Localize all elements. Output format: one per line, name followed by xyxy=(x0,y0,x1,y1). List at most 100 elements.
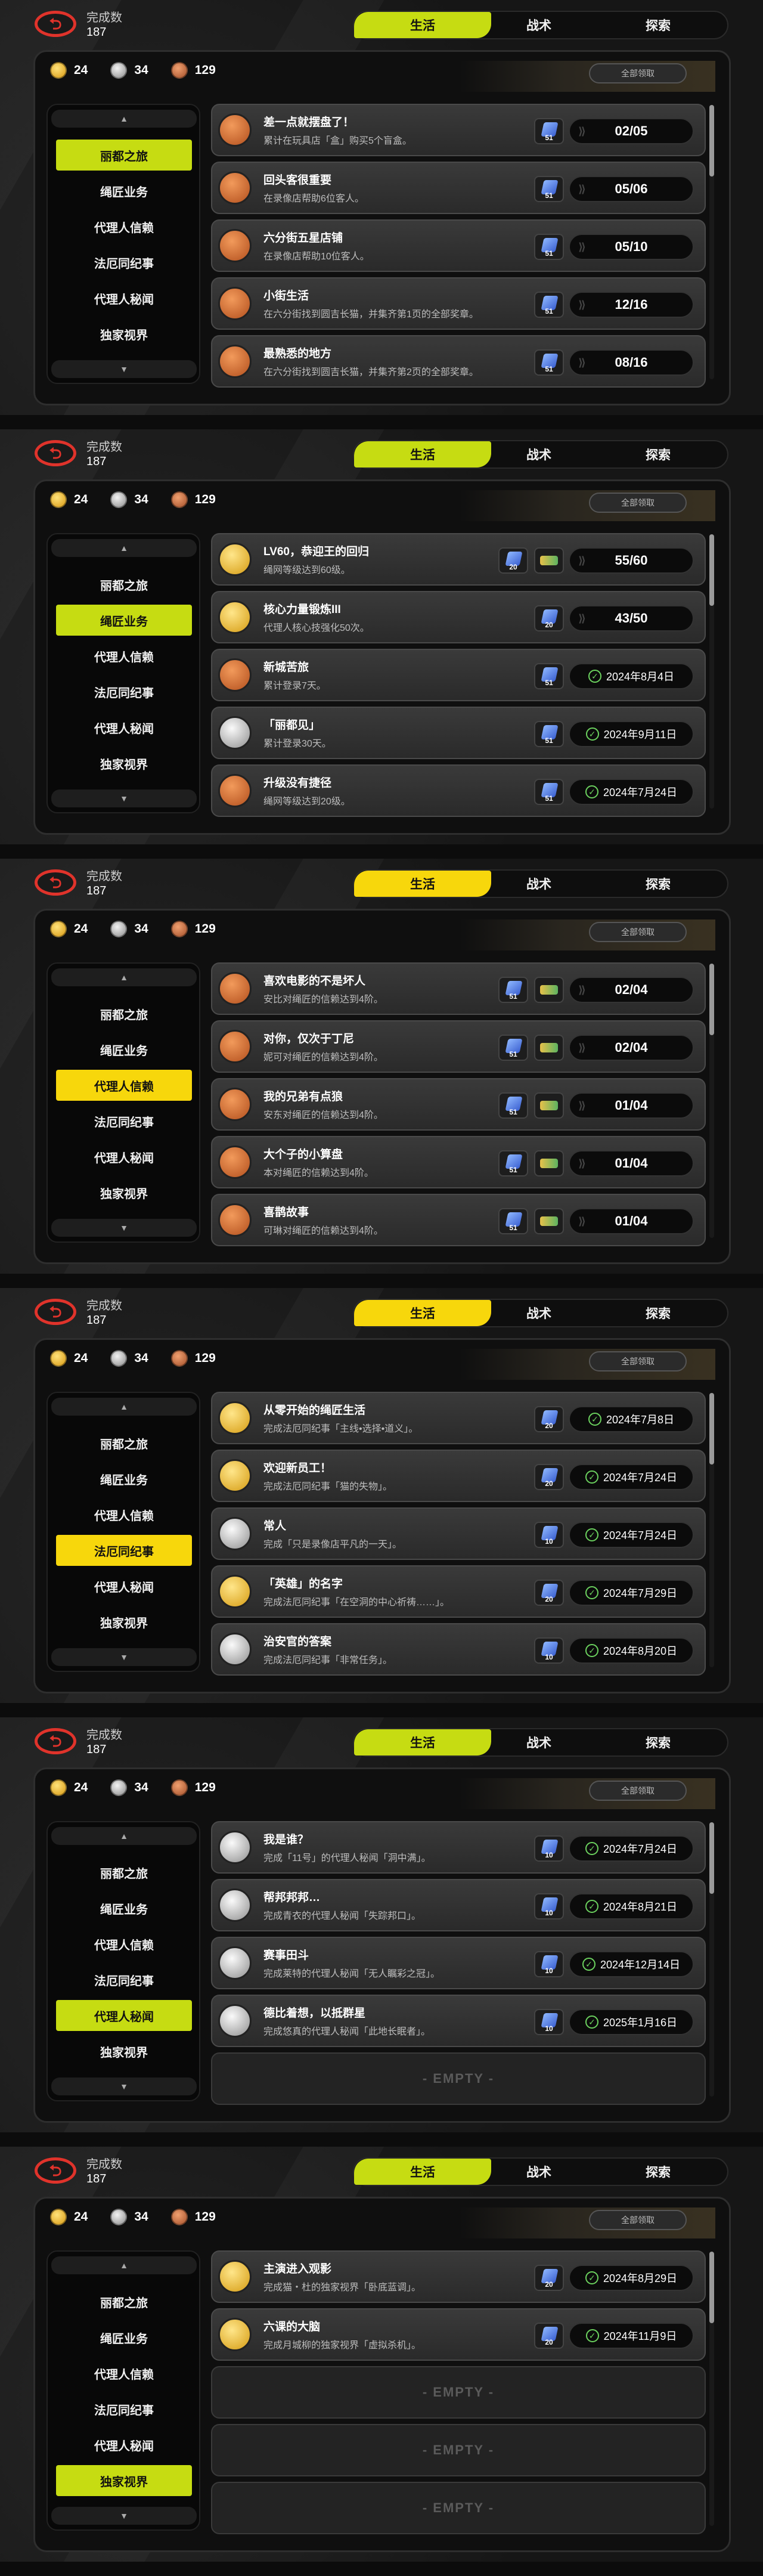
tab-tactics[interactable]: 战术 xyxy=(479,441,598,467)
tab-tactics[interactable]: 战术 xyxy=(479,1300,598,1326)
tab-tactics[interactable]: 战术 xyxy=(479,871,598,897)
achievement-row[interactable]: 主演进入观影 完成猫・杜的独家视界「卧底蓝调」。 20 ✓ 2024年8月29日 xyxy=(211,2250,706,2303)
sidebar-item[interactable]: 代理人秘闻 xyxy=(56,2000,192,2031)
sidebar-scroll-down[interactable]: ▼ xyxy=(51,789,197,807)
sidebar-item[interactable]: 法厄同纪事 xyxy=(56,2394,192,2425)
achievement-row[interactable]: 喜鹊故事 可琳对绳匠的信赖达到4阶。 51 ⟫ 01/04 xyxy=(211,1194,706,1246)
scrollbar-thumb[interactable] xyxy=(709,2252,714,2323)
back-button[interactable]: ⮌ xyxy=(35,11,76,37)
sidebar-item[interactable]: 代理人秘闻 xyxy=(56,1141,192,1172)
sidebar-item[interactable]: 独家视界 xyxy=(56,1606,192,1637)
tab-tactics[interactable]: 战术 xyxy=(479,2159,598,2185)
sidebar-item[interactable]: 代理人秘闻 xyxy=(56,712,192,743)
sidebar-item[interactable]: 代理人秘闻 xyxy=(56,1571,192,1602)
achievement-row[interactable]: 「丽都见」 累计登录30天。 51 ✓ 2024年9月11日 xyxy=(211,707,706,759)
tab-explore[interactable]: 探索 xyxy=(598,1300,718,1326)
sidebar-item[interactable]: 代理人信赖 xyxy=(56,2358,192,2389)
tab-tactics[interactable]: 战术 xyxy=(479,1729,598,1755)
tab-life[interactable]: 生活 xyxy=(354,12,491,38)
sidebar-scroll-down[interactable]: ▼ xyxy=(51,2077,197,2095)
list-scrollbar[interactable] xyxy=(709,2252,714,2526)
list-scrollbar[interactable] xyxy=(709,105,714,379)
sidebar-item[interactable]: 丽都之旅 xyxy=(56,998,192,1029)
achievement-row[interactable]: 六课的大脑 完成月城柳的独家视界「虚拟杀机」。 20 ✓ 2024年11月9日 xyxy=(211,2308,706,2361)
achievement-row[interactable]: 我的兄弟有点狼 安东对绳匠的信赖达到4阶。 51 ⟫ 01/04 xyxy=(211,1078,706,1131)
sidebar-scroll-down[interactable]: ▼ xyxy=(51,2507,197,2525)
scrollbar-thumb[interactable] xyxy=(709,964,714,1035)
sidebar-item[interactable]: 丽都之旅 xyxy=(56,2286,192,2317)
list-scrollbar[interactable] xyxy=(709,964,714,1238)
sidebar-scroll-down[interactable]: ▼ xyxy=(51,360,197,378)
claim-all-button[interactable]: 全部领取 xyxy=(589,493,687,513)
sidebar-item[interactable]: 代理人信赖 xyxy=(56,211,192,242)
sidebar-item[interactable]: 代理人信赖 xyxy=(56,1928,192,1959)
sidebar-item[interactable]: 代理人秘闻 xyxy=(56,283,192,314)
sidebar-scroll-down[interactable]: ▼ xyxy=(51,1219,197,1237)
sidebar-scroll-up[interactable]: ▲ xyxy=(51,110,197,128)
sidebar-item[interactable]: 法厄同纪事 xyxy=(56,676,192,707)
list-scrollbar[interactable] xyxy=(709,1393,714,1667)
achievement-row[interactable]: 核心力量锻炼III 代理人核心技强化50次。 20 ⟫ 43/50 xyxy=(211,591,706,643)
achievement-row[interactable]: 常人 完成「只是录像店平凡的一天」。 10 ✓ 2024年7月24日 xyxy=(211,1507,706,1560)
back-button[interactable]: ⮌ xyxy=(35,1299,76,1325)
achievement-row[interactable]: 治安官的答案 完成法厄同纪事「非常任务」。 10 ✓ 2024年8月20日 xyxy=(211,1623,706,1676)
back-button[interactable]: ⮌ xyxy=(35,2157,76,2184)
back-button[interactable]: ⮌ xyxy=(35,1728,76,1754)
back-button[interactable]: ⮌ xyxy=(35,440,76,466)
sidebar-scroll-up[interactable]: ▲ xyxy=(51,539,197,557)
back-button[interactable]: ⮌ xyxy=(35,869,76,896)
sidebar-item[interactable]: 丽都之旅 xyxy=(56,140,192,171)
achievement-row[interactable]: 帮邦邦邦… 完成青衣的代理人秘闻「失踪邦口」。 10 ✓ 2024年8月21日 xyxy=(211,1879,706,1931)
sidebar-scroll-down[interactable]: ▼ xyxy=(51,1648,197,1666)
claim-all-button[interactable]: 全部领取 xyxy=(589,2210,687,2230)
achievement-row[interactable]: 差一点就摆盘了！ 累计在玩具店「盒」购买5个盲盒。 51 ⟫ 02/05 xyxy=(211,104,706,156)
achievement-row[interactable]: 升级没有捷径 绳网等级达到20级。 51 ✓ 2024年7月24日 xyxy=(211,764,706,817)
sidebar-item[interactable]: 独家视界 xyxy=(56,748,192,779)
list-scrollbar[interactable] xyxy=(709,534,714,809)
sidebar-scroll-up[interactable]: ▲ xyxy=(51,2256,197,2274)
sidebar-item[interactable]: 法厄同纪事 xyxy=(56,1106,192,1137)
list-scrollbar[interactable] xyxy=(709,1822,714,2097)
tab-explore[interactable]: 探索 xyxy=(598,12,718,38)
sidebar-item[interactable]: 代理人信赖 xyxy=(56,1499,192,1530)
tab-explore[interactable]: 探索 xyxy=(598,871,718,897)
claim-all-button[interactable]: 全部领取 xyxy=(589,63,687,83)
sidebar-item[interactable]: 丽都之旅 xyxy=(56,569,192,600)
scrollbar-thumb[interactable] xyxy=(709,105,714,177)
sidebar-item[interactable]: 独家视界 xyxy=(56,318,192,349)
achievement-row[interactable]: 最熟悉的地方 在六分街找到圆吉长猫，并集齐第2页的全部奖章。 51 ⟫ 08/16 xyxy=(211,335,706,388)
sidebar-item[interactable]: 法厄同纪事 xyxy=(56,1535,192,1566)
sidebar-item[interactable]: 独家视界 xyxy=(56,2465,192,2496)
sidebar-item[interactable]: 绳匠业务 xyxy=(56,175,192,206)
sidebar-scroll-up[interactable]: ▲ xyxy=(51,1827,197,1845)
sidebar-scroll-up[interactable]: ▲ xyxy=(51,1398,197,1416)
sidebar-item[interactable]: 绳匠业务 xyxy=(56,1893,192,1924)
sidebar-item[interactable]: 独家视界 xyxy=(56,2036,192,2067)
sidebar-item[interactable]: 绳匠业务 xyxy=(56,2322,192,2353)
claim-all-button[interactable]: 全部领取 xyxy=(589,1351,687,1371)
achievement-row[interactable]: 欢迎新员工！ 完成法厄同纪事「猫的失物」。 20 ✓ 2024年7月24日 xyxy=(211,1450,706,1502)
sidebar-item[interactable]: 绳匠业务 xyxy=(56,1463,192,1494)
sidebar-item[interactable]: 丽都之旅 xyxy=(56,1857,192,1888)
scrollbar-thumb[interactable] xyxy=(709,1822,714,1894)
sidebar-item[interactable]: 代理人秘闻 xyxy=(56,2429,192,2460)
sidebar-item[interactable]: 代理人信赖 xyxy=(56,1070,192,1101)
tab-explore[interactable]: 探索 xyxy=(598,2159,718,2185)
achievement-row[interactable]: LV60，恭迎王的回归 绳网等级达到60级。 20 ⟫ 55/60 xyxy=(211,533,706,586)
sidebar-item[interactable]: 法厄同纪事 xyxy=(56,1964,192,1995)
tab-explore[interactable]: 探索 xyxy=(598,1729,718,1755)
sidebar-item[interactable]: 绳匠业务 xyxy=(56,1034,192,1065)
tab-life[interactable]: 生活 xyxy=(354,441,491,467)
sidebar-item[interactable]: 丽都之旅 xyxy=(56,1428,192,1459)
achievement-row[interactable]: 小街生活 在六分街找到圆吉长猫，并集齐第1页的全部奖章。 51 ⟫ 12/16 xyxy=(211,277,706,330)
scrollbar-thumb[interactable] xyxy=(709,534,714,606)
achievement-row[interactable]: 对你，仅次于丁尼 妮可对绳匠的信赖达到4阶。 51 ⟫ 02/04 xyxy=(211,1020,706,1073)
achievement-row[interactable]: 我是谁？ 完成「11号」的代理人秘闻「洞中满」。 10 ✓ 2024年7月24日 xyxy=(211,1821,706,1874)
achievement-row[interactable]: 喜欢电影的不是坏人 安比对绳匠的信赖达到4阶。 51 ⟫ 02/04 xyxy=(211,962,706,1015)
achievement-row[interactable]: 德比着想，以抵群星 完成悠真的代理人秘闻「此地长眠者」。 10 ✓ 2025年1月16日 xyxy=(211,1995,706,2047)
achievement-row[interactable]: 回头客很重要 在录像店帮助6位客人。 51 ⟫ 05/06 xyxy=(211,162,706,214)
achievement-row[interactable]: 「英雄」的名字 完成法厄同纪事「在空洞的中心祈祷……」。 20 ✓ 2024年7月29日 xyxy=(211,1565,706,1618)
achievement-row[interactable]: 赛事田斗 完成莱特的代理人秘闻「无人瞩彩之冠」。 10 ✓ 2024年12月14日 xyxy=(211,1937,706,1989)
scrollbar-thumb[interactable] xyxy=(709,1393,714,1465)
achievement-row[interactable]: 六分街五星店铺 在录像店帮助10位客人。 51 ⟫ 05/10 xyxy=(211,219,706,272)
